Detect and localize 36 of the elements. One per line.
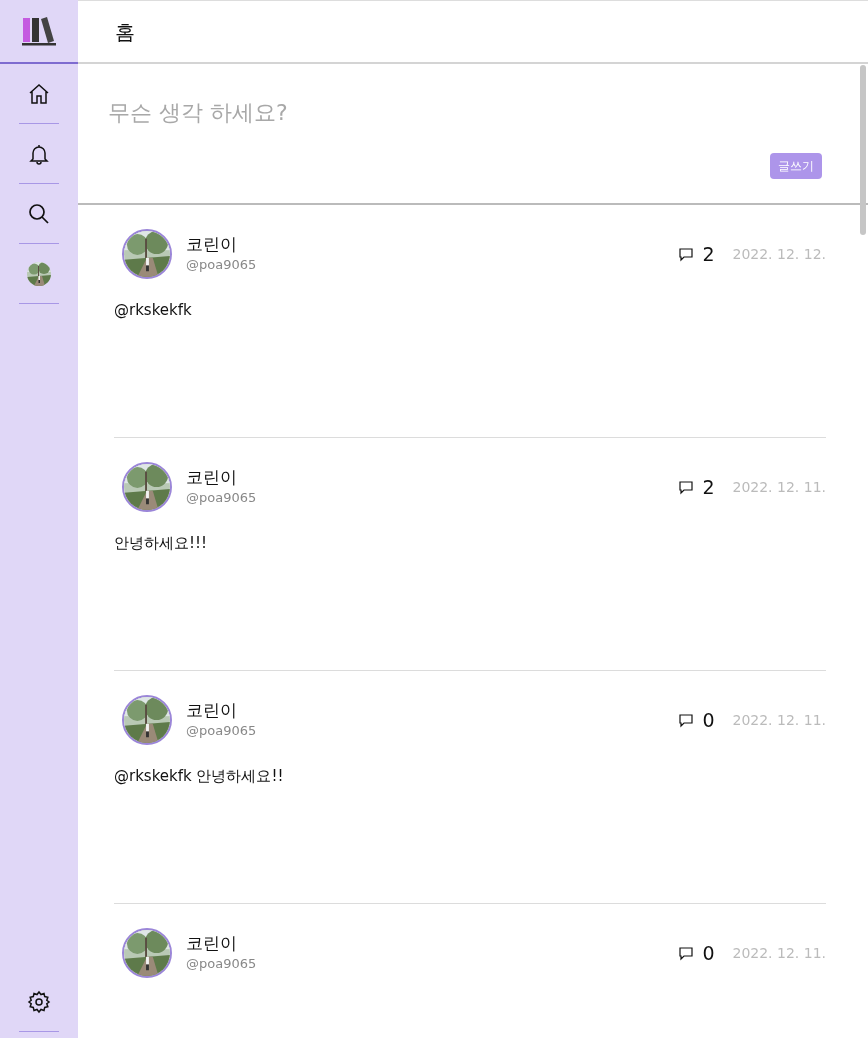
user-avatar[interactable] (122, 229, 172, 279)
comment-icon[interactable] (678, 246, 695, 262)
user-name: 코린이 (186, 233, 238, 256)
post-text: @rkskekfk 안녕하세요!! (114, 766, 285, 787)
books-logo-icon (21, 16, 57, 46)
user-avatar[interactable] (122, 462, 172, 512)
profile-avatar[interactable] (27, 261, 51, 286)
user-handle: @poa9065 (186, 955, 257, 974)
post-date: 2022. 12. 11. (732, 943, 826, 963)
user-handle: @poa9065 (186, 722, 257, 741)
post-date: 2022. 12. 11. (732, 710, 826, 730)
user-name: 코린이 (186, 466, 238, 489)
comment-count: 2 (702, 474, 715, 500)
page-title: 홈 (115, 18, 135, 46)
post-date: 2022. 12. 11. (732, 477, 826, 497)
post-date: 2022. 12. 12. (732, 244, 826, 264)
comment-count: 0 (702, 940, 715, 966)
comment-icon[interactable] (678, 945, 695, 961)
home-icon[interactable] (27, 81, 51, 106)
settings-icon[interactable] (27, 989, 51, 1014)
write-button[interactable]: 글쓰기 (770, 153, 822, 179)
user-handle: @poa9065 (186, 256, 257, 275)
comment-icon[interactable] (678, 479, 695, 495)
post-text: 안녕하세요!!! (114, 533, 209, 554)
user-name: 코린이 (186, 699, 238, 722)
post-input-field[interactable]: 무슨 생각 하세요? (108, 96, 822, 129)
user-avatar[interactable] (122, 695, 172, 745)
scrollbar[interactable] (860, 65, 866, 235)
post-text: @rkskekfk (114, 300, 193, 321)
user-handle: @poa9065 (186, 489, 257, 508)
user-avatar[interactable] (122, 928, 172, 978)
comment-icon[interactable] (678, 712, 695, 728)
user-name: 코린이 (186, 932, 238, 955)
comment-count: 0 (702, 707, 715, 733)
comment-count: 2 (702, 241, 715, 267)
search-icon[interactable] (27, 201, 51, 226)
